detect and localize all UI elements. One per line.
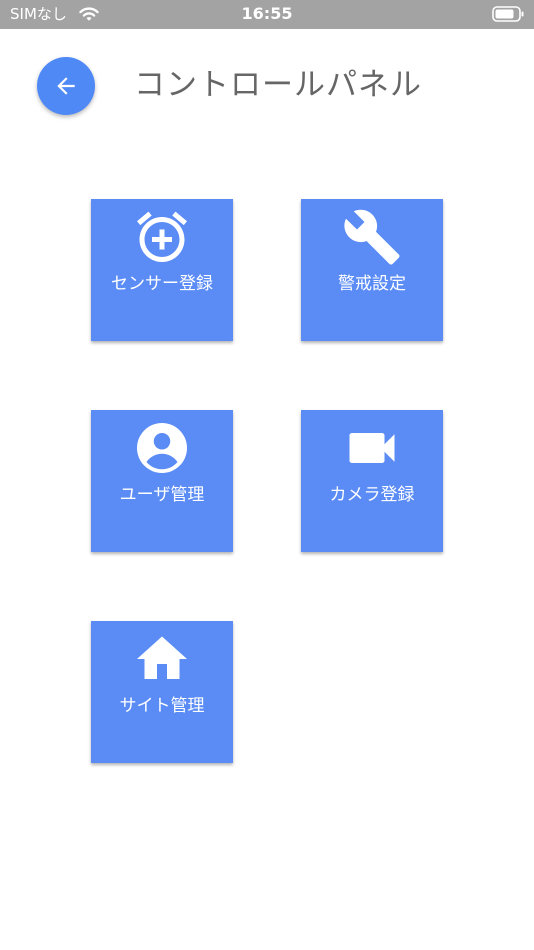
page-title: コントロールパネル [134,67,422,103]
status-bar: SIMなし 16:55 [0,0,534,29]
site-management-button[interactable]: サイト管理 [91,621,233,763]
arrow-left-icon [57,77,75,95]
security-settings-button[interactable]: 警戒設定 [301,199,443,341]
tile-label: センサー登録 [111,274,213,294]
status-time: 16:55 [241,4,293,23]
video-camera-icon [349,433,395,463]
user-management-button[interactable]: ユーザ管理 [91,410,233,552]
tile-label: カメラ登録 [329,485,415,505]
tile-label: ユーザ管理 [119,485,205,505]
tile-label: サイト管理 [119,696,205,716]
sensor-registration-button[interactable]: センサー登録 [91,199,233,341]
battery-icon [492,6,524,22]
camera-registration-button[interactable]: カメラ登録 [301,410,443,552]
wrench-icon [344,209,400,265]
home-icon [137,636,187,679]
tile-label: 警戒設定 [338,274,406,294]
back-button[interactable] [37,57,95,115]
alarm-add-icon [137,211,187,262]
account-circle-icon [137,423,187,473]
